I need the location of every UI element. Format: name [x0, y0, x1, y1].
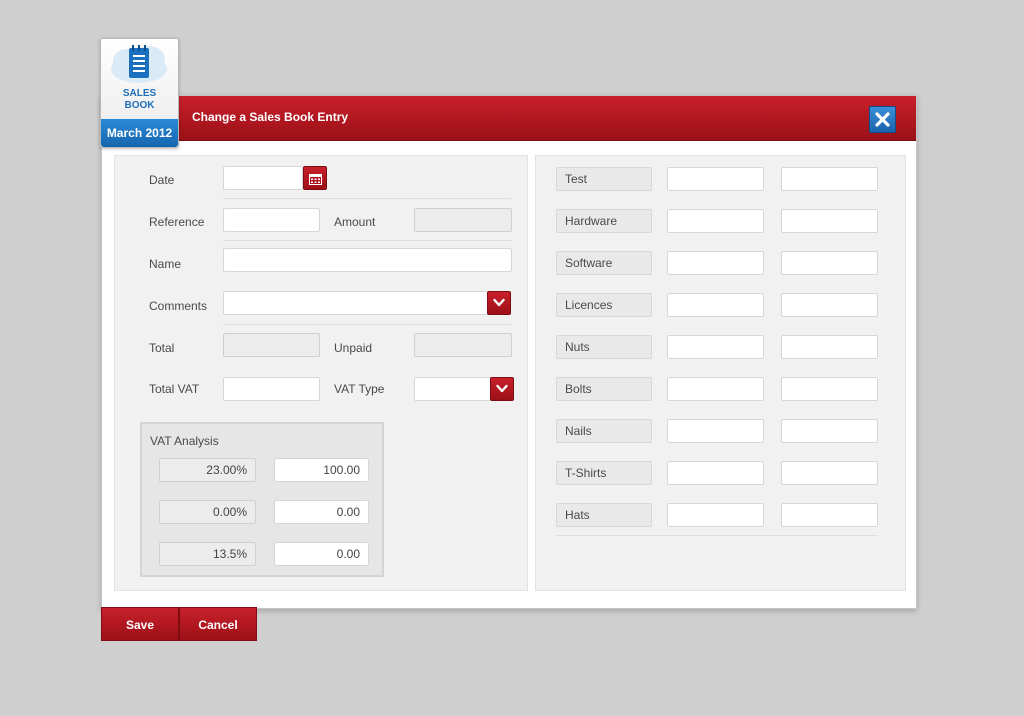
- comments-select[interactable]: [223, 291, 488, 315]
- chevron-down-icon: [496, 384, 508, 393]
- period-label: March 2012: [101, 119, 178, 147]
- amount-label: Amount: [334, 215, 376, 229]
- reference-input[interactable]: [223, 208, 320, 232]
- vat-rate-field: [159, 542, 256, 566]
- category-value2-input[interactable]: [781, 461, 878, 485]
- category-value2-input[interactable]: [781, 377, 878, 401]
- unpaid-field: [414, 333, 512, 357]
- vat-type-dropdown-button[interactable]: [490, 377, 514, 401]
- vat-amount-input[interactable]: [274, 542, 369, 566]
- category-value2-input[interactable]: [781, 503, 878, 527]
- category-label: Nuts: [556, 335, 652, 359]
- amount-field: [414, 208, 512, 232]
- vat-amount-input[interactable]: [274, 458, 369, 482]
- vat-analysis-title: VAT Analysis: [150, 434, 219, 448]
- category-label: Hardware: [556, 209, 652, 233]
- category-value2-input[interactable]: [781, 251, 878, 275]
- total-vat-input[interactable]: [223, 377, 320, 401]
- vat-analysis-box: VAT Analysis: [140, 422, 384, 577]
- entry-details-panel: Date Reference Amount Name Comments Tota…: [114, 155, 528, 591]
- cancel-button[interactable]: Cancel: [179, 607, 257, 641]
- category-value1-input[interactable]: [667, 167, 764, 191]
- vat-type-select[interactable]: [414, 377, 491, 401]
- category-value2-input[interactable]: [781, 167, 878, 191]
- sales-book-badge[interactable]: SALES BOOK March 2012: [100, 38, 179, 148]
- vat-type-label: VAT Type: [334, 382, 385, 396]
- dialog-titlebar: Change a Sales Book Entry: [102, 96, 916, 141]
- category-value1-input[interactable]: [667, 419, 764, 443]
- notepad-cloud-icon: [111, 45, 167, 83]
- calendar-icon: [309, 174, 322, 185]
- total-field: [223, 333, 320, 357]
- change-entry-dialog: Change a Sales Book Entry Date Reference…: [101, 95, 917, 609]
- category-value2-input[interactable]: [781, 209, 878, 233]
- divider: [223, 198, 511, 199]
- category-value2-input[interactable]: [781, 335, 878, 359]
- category-value2-input[interactable]: [781, 419, 878, 443]
- category-label: Bolts: [556, 377, 652, 401]
- divider: [223, 324, 511, 325]
- close-icon: [875, 112, 890, 127]
- category-label: Nails: [556, 419, 652, 443]
- category-value1-input[interactable]: [667, 461, 764, 485]
- category-label: Test: [556, 167, 652, 191]
- divider: [223, 240, 511, 241]
- badge-label-line1: SALES: [122, 88, 157, 99]
- category-label: Software: [556, 251, 652, 275]
- name-label: Name: [149, 257, 182, 271]
- dialog-title: Change a Sales Book Entry: [192, 110, 349, 124]
- vat-rate-field: [159, 500, 256, 524]
- comments-dropdown-button[interactable]: [487, 291, 511, 315]
- calendar-button[interactable]: [303, 166, 327, 190]
- badge-label-line2: BOOK: [124, 100, 155, 111]
- category-value1-input[interactable]: [667, 335, 764, 359]
- reference-label: Reference: [149, 215, 205, 229]
- comments-label: Comments: [149, 299, 208, 313]
- category-value1-input[interactable]: [667, 377, 764, 401]
- total-label: Total: [149, 341, 175, 355]
- category-value1-input[interactable]: [667, 209, 764, 233]
- category-value1-input[interactable]: [667, 503, 764, 527]
- vat-rate-field: [159, 458, 256, 482]
- total-vat-label: Total VAT: [149, 382, 200, 396]
- badge-label: SALES BOOK: [101, 88, 178, 112]
- category-value1-input[interactable]: [667, 293, 764, 317]
- category-label: Hats: [556, 503, 652, 527]
- vat-amount-input[interactable]: [274, 500, 369, 524]
- name-input[interactable]: [223, 248, 512, 272]
- chevron-down-icon: [493, 298, 505, 307]
- date-input[interactable]: [223, 166, 303, 190]
- category-panel: Test Hardware Software Licences Nuts Bol…: [535, 155, 906, 591]
- divider: [556, 535, 878, 536]
- category-value2-input[interactable]: [781, 293, 878, 317]
- close-button[interactable]: [869, 106, 896, 133]
- category-label: T-Shirts: [556, 461, 652, 485]
- unpaid-label: Unpaid: [334, 341, 373, 355]
- category-value1-input[interactable]: [667, 251, 764, 275]
- date-label: Date: [149, 173, 175, 187]
- category-label: Licences: [556, 293, 652, 317]
- save-button[interactable]: Save: [101, 607, 179, 641]
